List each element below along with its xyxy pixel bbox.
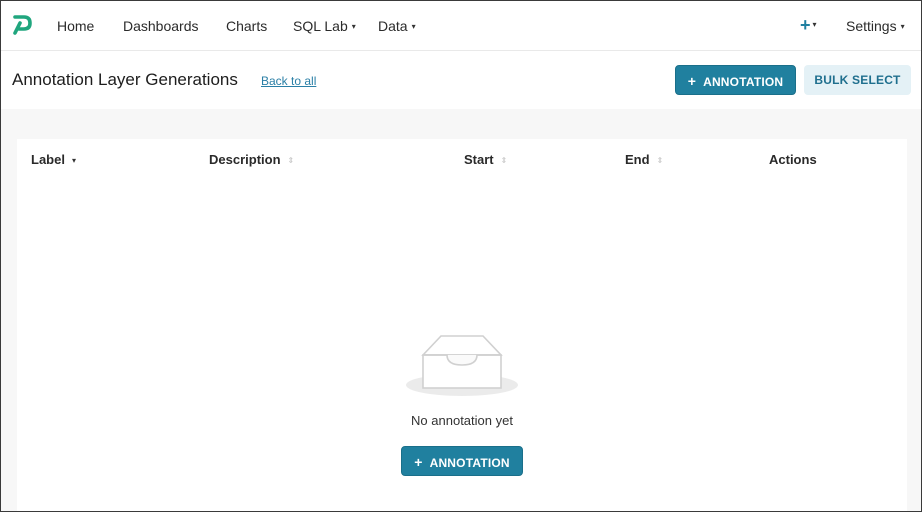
- nav-sql-lab[interactable]: SQL Lab ▾: [293, 17, 356, 36]
- add-annotation-label: ANNOTATION: [703, 75, 784, 89]
- nav-dashboards-label: Dashboards: [123, 18, 199, 34]
- new-item-menu[interactable]: + ▾: [800, 15, 817, 35]
- nav-home-label: Home: [57, 18, 95, 34]
- column-header-end[interactable]: End ⇕: [625, 152, 663, 168]
- sort-icon: ⇕: [500, 156, 508, 165]
- empty-state-message: No annotation yet: [411, 413, 513, 428]
- annotation-table-card: Label ▾ Description ⇕ Start ⇕ End ⇕ Actions …: [17, 139, 907, 511]
- empty-add-annotation-label: ANNOTATION: [429, 456, 510, 470]
- column-header-start[interactable]: Start ⇕: [464, 152, 507, 168]
- page-header: Annotation Layer Generations Back to all…: [1, 51, 921, 109]
- back-to-all-link[interactable]: Back to all: [261, 74, 316, 88]
- chevron-down-icon: ▾: [351, 22, 356, 31]
- nav-dashboards[interactable]: Dashboards: [123, 17, 199, 35]
- column-header-label[interactable]: Label ▾: [31, 152, 76, 168]
- nav-data-label: Data: [378, 18, 408, 34]
- superset-logo-icon[interactable]: [11, 14, 33, 36]
- column-header-start-text: Start: [464, 152, 494, 167]
- chevron-down-icon: ▾: [812, 20, 817, 29]
- column-header-end-text: End: [625, 152, 650, 167]
- nav-settings[interactable]: Settings ▾: [846, 17, 905, 36]
- chevron-down-icon: ▾: [900, 22, 905, 31]
- nav-data[interactable]: Data ▾: [378, 17, 416, 36]
- column-header-actions: Actions: [769, 152, 817, 168]
- app-window: Home Dashboards Charts SQL Lab ▾ Data ▾ + ▾…: [0, 0, 922, 512]
- sort-desc-icon: ▾: [71, 156, 76, 165]
- nav-home[interactable]: Home: [57, 17, 94, 35]
- plus-icon: +: [800, 15, 811, 35]
- column-header-description-text: Description: [209, 152, 281, 167]
- nav-charts-label: Charts: [226, 18, 268, 34]
- page-title: Annotation Layer Generations: [12, 70, 238, 89]
- column-header-label-text: Label: [31, 152, 65, 167]
- add-annotation-button[interactable]: + ANNOTATION: [675, 65, 796, 95]
- column-header-description[interactable]: Description ⇕: [209, 152, 294, 168]
- plus-icon: +: [687, 73, 697, 89]
- nav-sql-lab-label: SQL Lab: [293, 18, 348, 34]
- sort-icon: ⇕: [656, 156, 664, 165]
- top-navbar: Home Dashboards Charts SQL Lab ▾ Data ▾ + ▾…: [1, 1, 921, 51]
- nav-settings-label: Settings: [846, 18, 897, 34]
- nav-charts[interactable]: Charts: [226, 17, 267, 35]
- empty-inbox-icon: [406, 335, 518, 396]
- chevron-down-icon: ▾: [411, 22, 416, 31]
- column-header-actions-text: Actions: [769, 152, 817, 167]
- bulk-select-button[interactable]: BULK SELECT: [804, 65, 911, 95]
- sort-icon: ⇕: [287, 156, 295, 165]
- empty-add-annotation-button[interactable]: + ANNOTATION: [401, 446, 523, 476]
- plus-icon: +: [414, 454, 423, 470]
